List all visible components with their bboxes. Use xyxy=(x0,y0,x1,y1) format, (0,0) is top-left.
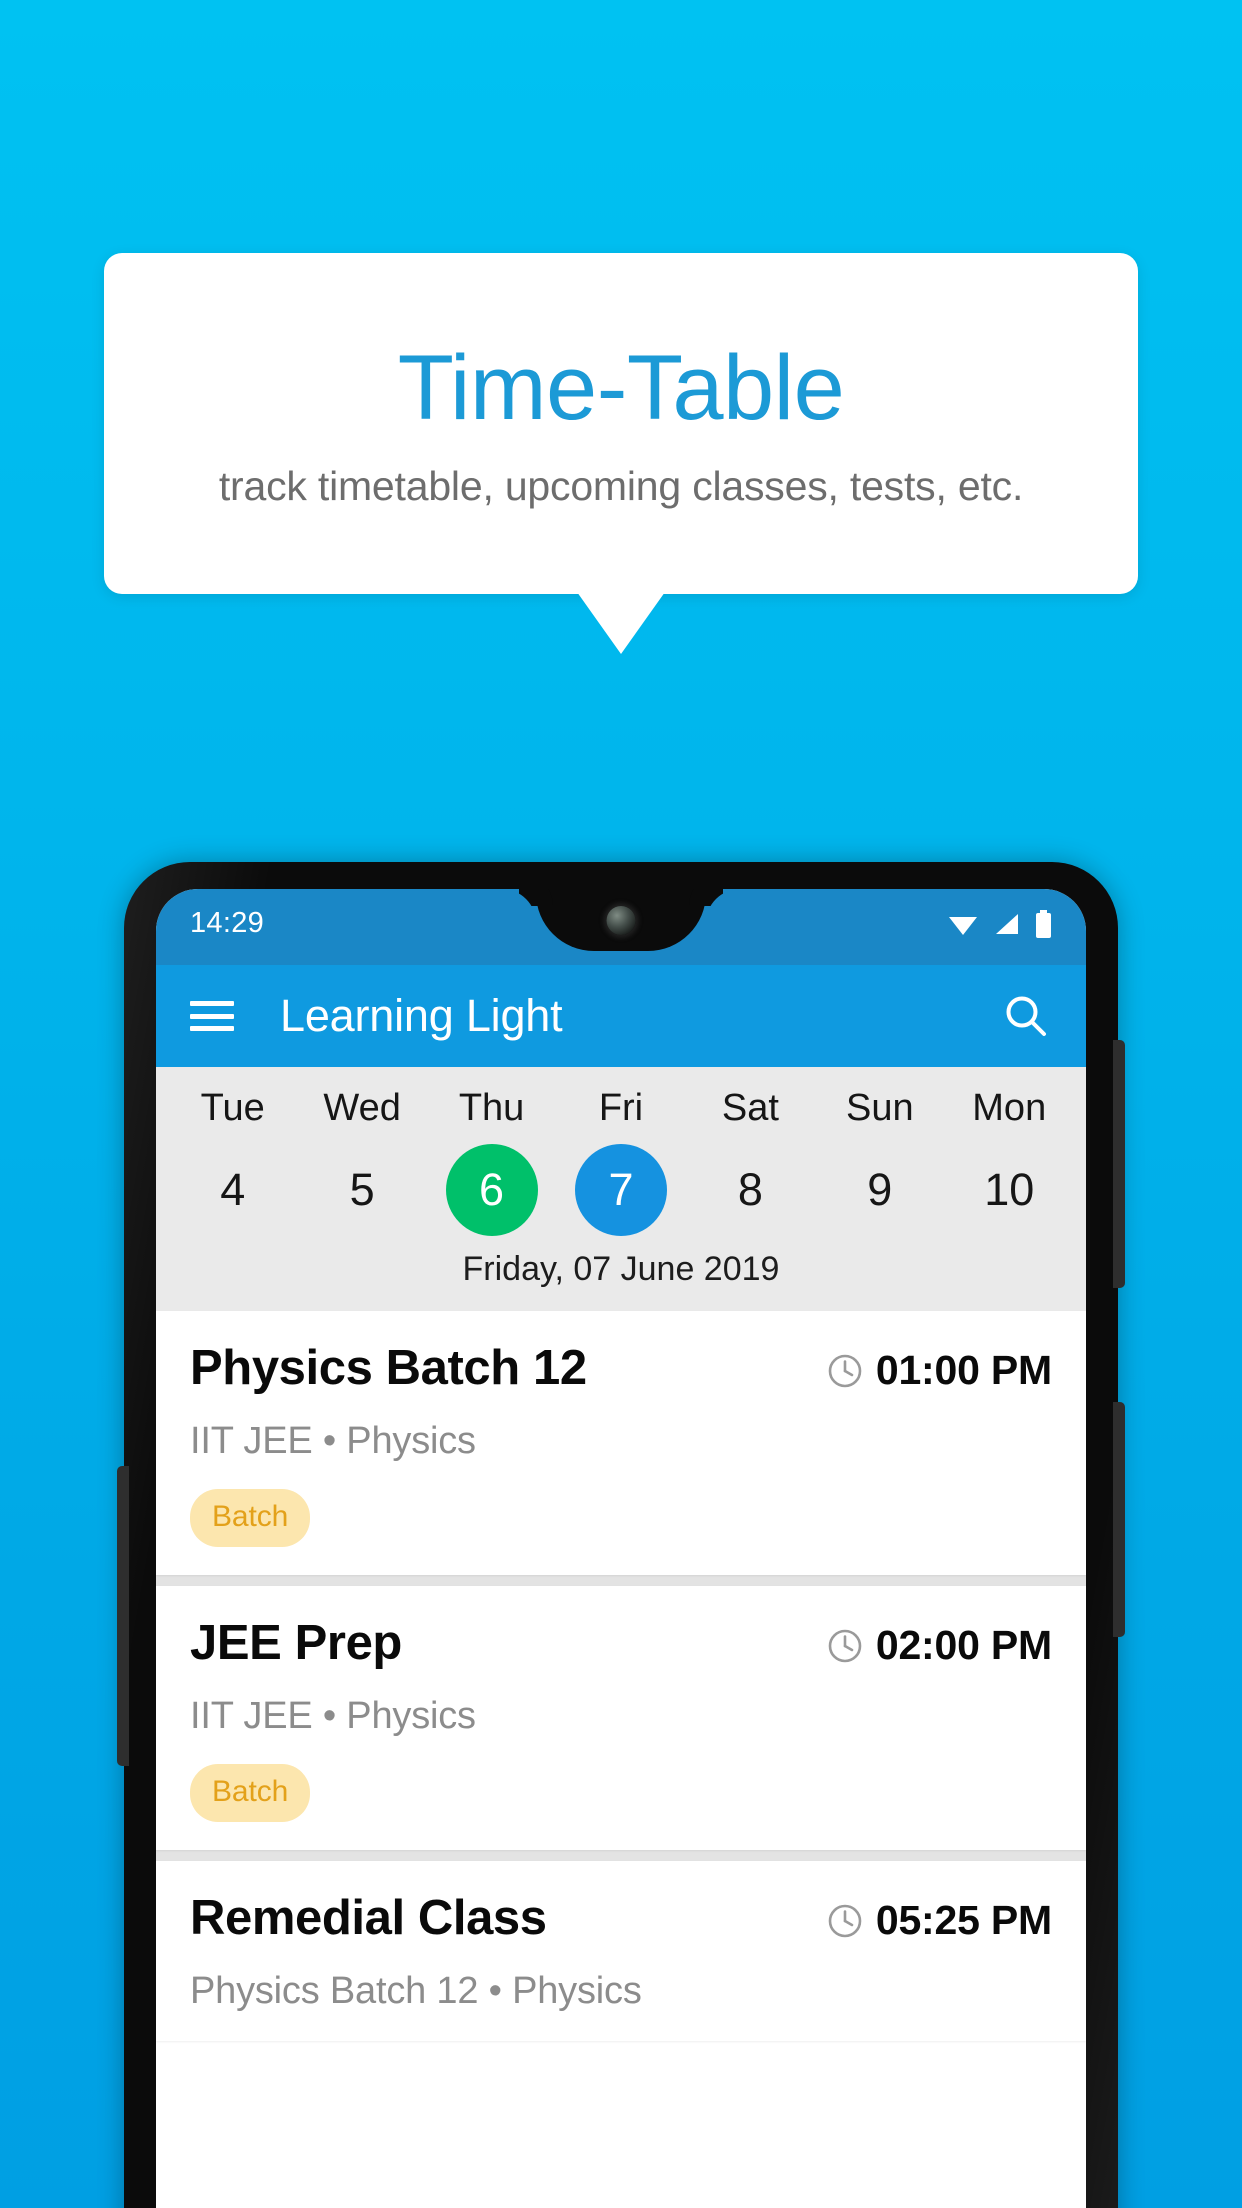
feature-graphic: Time-Table track timetable, upcoming cla… xyxy=(0,0,1242,2208)
day-number-wrap: 10 xyxy=(963,1144,1055,1236)
day-name: Fri xyxy=(598,1087,644,1129)
day-column-fri[interactable]: Fri 7 xyxy=(556,1083,685,1237)
callout-tail xyxy=(577,592,665,654)
day-number-wrap: 9 xyxy=(834,1144,926,1236)
day-number: 7 xyxy=(608,1164,634,1216)
clock-icon xyxy=(828,1354,862,1388)
day-column-thu[interactable]: Thu 6 xyxy=(427,1083,556,1237)
battery-icon xyxy=(1036,910,1051,938)
day-number-wrap-today: 6 xyxy=(445,1144,538,1237)
selected-date-label: Friday, 07 June 2019 xyxy=(462,1250,780,1289)
day-name: Sun xyxy=(846,1087,914,1129)
day-number: 6 xyxy=(479,1164,505,1216)
day-number: 4 xyxy=(220,1164,246,1216)
search-icon[interactable] xyxy=(1000,990,1052,1042)
wifi-icon xyxy=(949,917,977,935)
schedule-item-badge: Batch xyxy=(190,1489,311,1548)
day-name: Thu xyxy=(458,1087,525,1129)
schedule-item-header: Remedial Class 05:25 PM xyxy=(190,1891,1052,1946)
status-bar: 14:29 xyxy=(156,889,1086,965)
day-number: 8 xyxy=(737,1164,763,1216)
days-row: Tue 4 Wed 5 Thu 6 Fri 7 Sat 8 Sun 9 Mon … xyxy=(156,1083,1086,1237)
day-name: Sat xyxy=(721,1087,779,1129)
display-notch xyxy=(536,889,706,951)
day-number: 9 xyxy=(867,1164,893,1216)
callout-title: Time-Table xyxy=(397,336,845,439)
day-column-mon[interactable]: Mon 10 xyxy=(945,1083,1074,1236)
front-camera-icon xyxy=(606,906,636,935)
schedule-item[interactable]: Physics Batch 12 01:00 PM IIT JEE • Phys… xyxy=(156,1311,1086,1576)
day-number-wrap: 5 xyxy=(316,1144,408,1236)
phone-left-button[interactable] xyxy=(117,1466,129,1766)
status-bar-clock: 14:29 xyxy=(190,907,265,939)
day-number: 10 xyxy=(984,1164,1035,1216)
schedule-item-time: 01:00 PM xyxy=(875,1347,1052,1394)
day-column-sun[interactable]: Sun 9 xyxy=(815,1083,944,1236)
day-name: Mon xyxy=(972,1087,1047,1129)
phone-power-button[interactable] xyxy=(1113,1402,1125,1637)
schedule-item-header: Physics Batch 12 01:00 PM xyxy=(190,1341,1052,1396)
day-name: Tue xyxy=(200,1087,265,1129)
day-column-wed[interactable]: Wed 5 xyxy=(297,1083,426,1236)
schedule-item-time: 05:25 PM xyxy=(875,1897,1052,1944)
phone-mockup: 14:29 Learning Light Tue 4 Wed 5 Thu 6 F… xyxy=(117,862,1125,2208)
phone-volume-button[interactable] xyxy=(1113,1040,1125,1288)
schedule-item-title: Physics Batch 12 xyxy=(190,1341,587,1396)
day-name: Wed xyxy=(323,1087,401,1129)
signal-icon xyxy=(996,914,1018,934)
app-bar: Learning Light xyxy=(156,965,1086,1067)
schedule-item-badge: Batch xyxy=(190,1764,311,1823)
day-number: 5 xyxy=(349,1164,375,1216)
hamburger-menu-icon[interactable] xyxy=(190,1001,234,1031)
day-number-wrap: 8 xyxy=(704,1144,796,1236)
schedule-item-subtitle: IIT JEE • Physics xyxy=(190,1695,476,1738)
schedule-item[interactable]: Remedial Class 05:25 PM Physics Batch 12… xyxy=(156,1861,1086,2041)
app-title: Learning Light xyxy=(280,990,563,1041)
schedule-item-time: 02:00 PM xyxy=(875,1622,1052,1669)
clock-icon xyxy=(828,1904,862,1937)
schedule-list: Physics Batch 12 01:00 PM IIT JEE • Phys… xyxy=(156,1311,1086,2041)
callout-card: Time-Table track timetable, upcoming cla… xyxy=(104,253,1138,594)
day-column-tue[interactable]: Tue 4 xyxy=(168,1083,297,1236)
date-strip: Tue 4 Wed 5 Thu 6 Fri 7 Sat 8 Sun 9 Mon … xyxy=(156,1067,1086,1312)
schedule-item-title: JEE Prep xyxy=(190,1616,402,1671)
status-bar-icons xyxy=(948,907,1052,938)
phone-screen: 14:29 Learning Light Tue 4 Wed 5 Thu 6 F… xyxy=(156,889,1086,2208)
schedule-item-header: JEE Prep 02:00 PM xyxy=(190,1616,1052,1671)
schedule-item-title: Remedial Class xyxy=(190,1891,547,1946)
schedule-item-subtitle: Physics Batch 12 • Physics xyxy=(190,1969,642,2012)
day-column-sat[interactable]: Sat 8 xyxy=(686,1083,815,1236)
callout-subtitle: track timetable, upcoming classes, tests… xyxy=(218,462,1024,509)
schedule-item-time-group: 01:00 PM xyxy=(827,1341,1052,1394)
schedule-item-time-group: 02:00 PM xyxy=(827,1616,1052,1669)
clock-icon xyxy=(828,1629,862,1662)
schedule-item-subtitle: IIT JEE • Physics xyxy=(190,1420,476,1463)
day-number-wrap: 4 xyxy=(187,1144,279,1236)
schedule-item[interactable]: JEE Prep 02:00 PM IIT JEE • Physics Batc… xyxy=(156,1586,1086,1851)
schedule-item-time-group: 05:25 PM xyxy=(827,1891,1052,1944)
day-number-wrap-selected: 7 xyxy=(574,1144,667,1237)
